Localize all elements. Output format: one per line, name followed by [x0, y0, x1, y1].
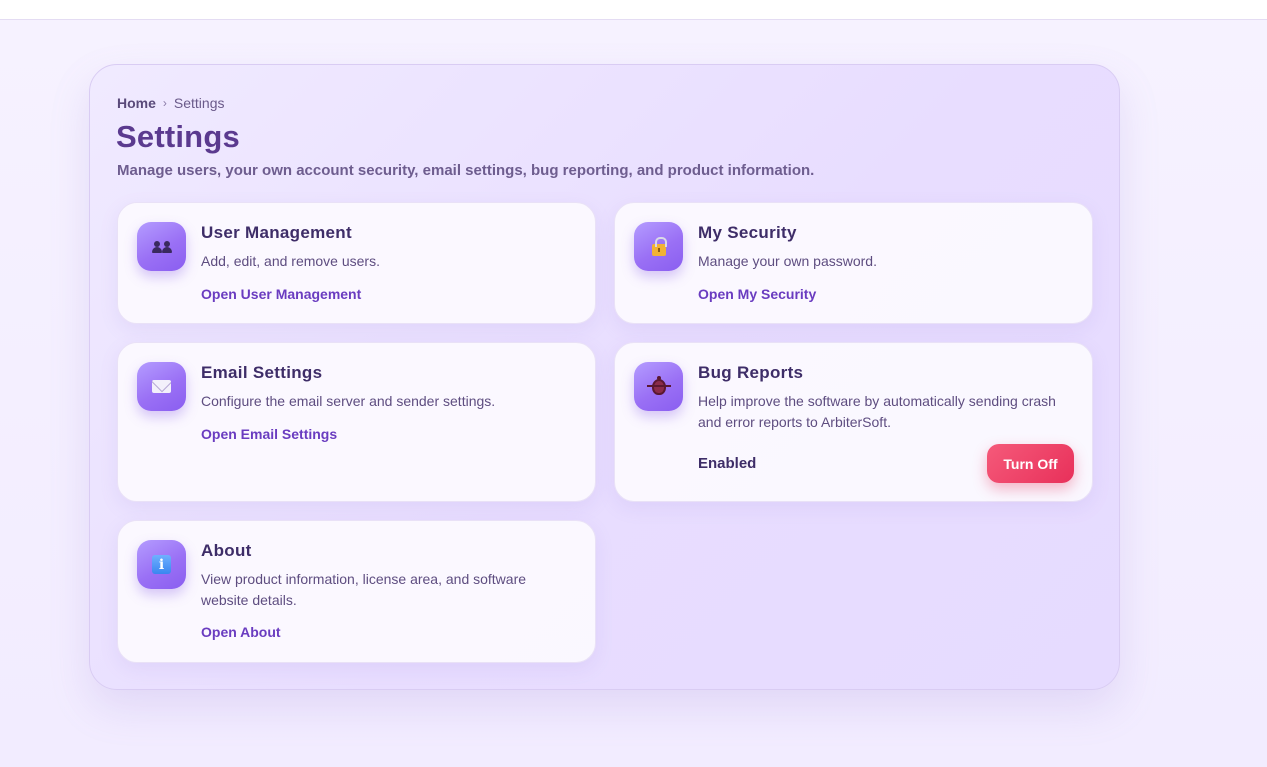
open-user-management-link[interactable]: Open User Management: [201, 286, 361, 302]
bug-reports-status: Enabled: [698, 455, 757, 472]
card-description: View product information, license area, …: [201, 571, 527, 608]
card-title: Bug Reports: [698, 363, 804, 382]
turn-off-button[interactable]: Turn Off: [987, 444, 1074, 483]
card-user-management: User Management Add, edit, and remove us…: [117, 202, 596, 324]
open-about-link[interactable]: Open About: [201, 624, 281, 640]
card-about: i About View product information, licens…: [117, 520, 596, 663]
card-title: Email Settings: [201, 363, 323, 382]
envelope-icon: [137, 362, 186, 411]
card-description: Help improve the software by automatical…: [698, 393, 1056, 430]
open-my-security-link[interactable]: Open My Security: [698, 286, 816, 302]
lock-icon: [634, 222, 683, 271]
settings-panel: Home › Settings Settings Manage users, y…: [89, 64, 1120, 690]
top-bar: [0, 0, 1267, 20]
bug-icon: [634, 362, 683, 411]
card-title: About: [201, 541, 252, 560]
page-subtitle: Manage users, your own account security,…: [117, 162, 815, 179]
open-email-settings-link[interactable]: Open Email Settings: [201, 426, 337, 442]
card-description: Manage your own password.: [698, 253, 877, 269]
breadcrumb: Home › Settings: [117, 95, 225, 111]
users-icon: [137, 222, 186, 271]
page-title: Settings: [116, 119, 240, 154]
card-title: User Management: [201, 223, 352, 242]
card-email-settings: Email Settings Configure the email serve…: [117, 342, 596, 502]
breadcrumb-current: Settings: [173, 95, 225, 111]
card-my-security: My Security Manage your own password. Op…: [614, 202, 1093, 324]
breadcrumb-home[interactable]: Home: [117, 95, 156, 111]
breadcrumb-separator: ›: [162, 96, 167, 110]
info-icon: i: [137, 540, 186, 589]
card-description: Add, edit, and remove users.: [201, 253, 380, 269]
card-bug-reports: Bug Reports Help improve the software by…: [614, 342, 1093, 502]
card-title: My Security: [698, 223, 797, 242]
card-description: Configure the email server and sender se…: [201, 393, 496, 409]
